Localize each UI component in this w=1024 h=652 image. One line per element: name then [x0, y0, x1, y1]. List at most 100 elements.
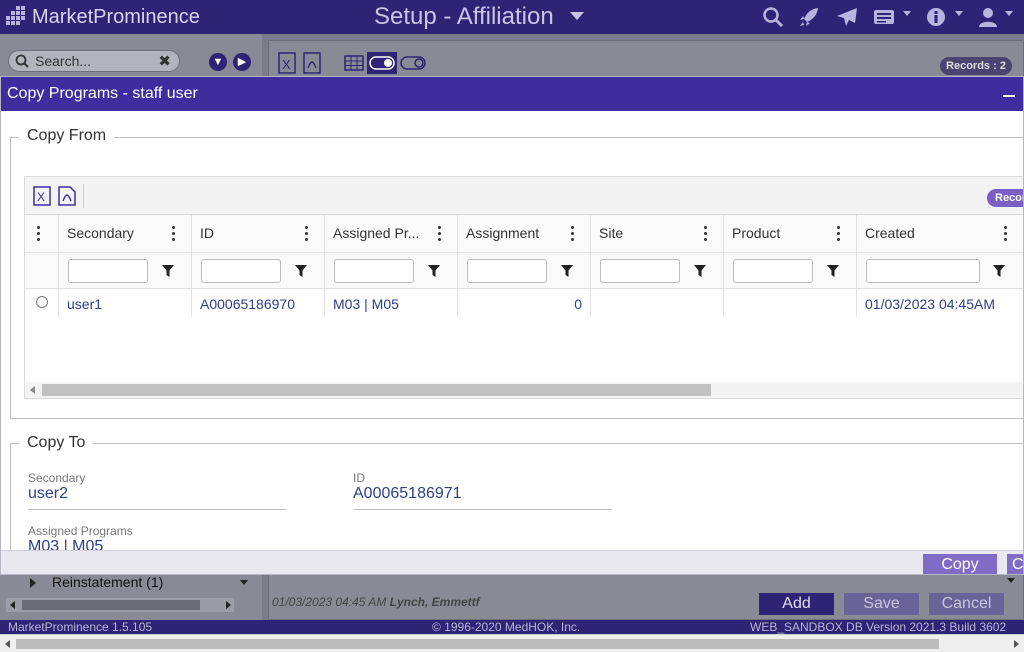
copy-button[interactable]: Copy [923, 554, 997, 574]
left-panel-scrollbar[interactable] [6, 598, 234, 612]
add-button[interactable]: Add [759, 593, 834, 615]
filter-icon[interactable] [295, 265, 307, 277]
status-bar: MarketProminence 1.5.105 © 1996-2020 Med… [0, 620, 1024, 634]
column-header-product[interactable]: Product [724, 215, 857, 252]
filter-icon[interactable] [428, 265, 440, 277]
copy-programs-dialog: Copy Programs - staff user Copy From X R… [0, 76, 1024, 575]
scrollbar-thumb[interactable] [42, 384, 711, 396]
column-header-assigned-programs[interactable]: Assigned Pr... [325, 215, 458, 252]
records-badge: Records : 2 [940, 57, 1012, 75]
filter-icon[interactable] [561, 265, 573, 277]
user-dropdown-icon[interactable] [1005, 11, 1013, 16]
save-button[interactable]: Save [844, 593, 919, 615]
secondary-value: user2 [28, 485, 69, 502]
column-header-site[interactable]: Site [591, 215, 724, 252]
expand-icon[interactable] [30, 578, 36, 588]
dialog-cancel-button[interactable]: Cancel [1007, 554, 1023, 574]
scrollbar-thumb[interactable] [22, 600, 200, 610]
assigned-programs-label: Assigned Programs [28, 524, 133, 538]
list-dropdown-icon[interactable] [903, 11, 911, 16]
table-row[interactable]: user1 A00065186970 M03 | M05 0 01/03/202… [25, 289, 1023, 317]
scroll-left-icon[interactable] [5, 640, 10, 648]
pdf-export-icon[interactable] [303, 52, 321, 74]
audit-info: 01/03/2023 04:45 AM Lynch, Emmettf [272, 595, 480, 609]
user-icon[interactable] [976, 6, 1000, 28]
column-menu-icon[interactable] [704, 226, 708, 242]
filter-input-created[interactable] [866, 259, 980, 283]
tree-item-reinstatement[interactable]: Reinstatement (1) [4, 572, 254, 594]
grid-view-icon[interactable] [344, 52, 364, 74]
row-select-radio[interactable] [36, 296, 48, 308]
filter-input-assignment[interactable] [467, 259, 547, 283]
page-title[interactable]: Setup - Affiliation [374, 3, 554, 31]
filter-input-site[interactable] [600, 259, 680, 283]
scroll-right-icon[interactable] [226, 601, 231, 609]
cell-assigned-programs: M03 | M05 [325, 289, 458, 317]
filter-input-id[interactable] [201, 259, 281, 283]
column-menu-icon[interactable] [305, 226, 309, 242]
filter-input-secondary[interactable] [68, 259, 148, 283]
copy-to-section [10, 443, 1023, 563]
excel-export-icon[interactable]: X [33, 186, 51, 206]
grid-horizontal-scrollbar[interactable] [25, 382, 1023, 398]
select-column-header [25, 215, 59, 252]
column-header-created[interactable]: Created [857, 215, 1023, 252]
rocket-icon[interactable] [798, 6, 822, 28]
column-header-secondary[interactable]: Secondary [59, 215, 192, 252]
column-menu-icon[interactable] [37, 226, 41, 242]
filter-cell-assigned-programs [325, 253, 458, 288]
next-icon[interactable]: ▶ [233, 53, 251, 71]
column-menu-icon[interactable] [438, 226, 442, 242]
clear-search-icon[interactable]: ✖ [158, 52, 171, 70]
page-scrollbar[interactable] [0, 634, 1024, 652]
column-menu-icon[interactable] [1004, 226, 1008, 242]
audit-date: 01/03/2023 04:45 AM [272, 595, 387, 609]
filter-icon[interactable] [162, 265, 174, 277]
scroll-right-icon[interactable] [1014, 640, 1019, 648]
cell-value: user1 [67, 296, 103, 312]
list-icon[interactable] [872, 6, 896, 28]
minimize-icon[interactable] [1003, 95, 1015, 97]
dialog-footer: Copy Cancel [1, 550, 1023, 574]
filter-icon[interactable] [694, 265, 706, 277]
toggle-off-icon[interactable] [400, 52, 426, 74]
scroll-left-icon[interactable] [30, 386, 35, 394]
cancel-button[interactable]: Cancel [929, 593, 1004, 615]
title-dropdown-icon[interactable] [570, 12, 584, 20]
cell-secondary: user1 [59, 289, 192, 317]
column-header-label: Created [865, 225, 915, 241]
column-menu-icon[interactable] [571, 226, 575, 242]
cell-assignment: 0 [458, 289, 591, 317]
info-icon[interactable] [925, 6, 949, 28]
filter-icon[interactable] [993, 265, 1005, 277]
app-header: MarketProminence Setup - Affiliation [0, 0, 1024, 34]
excel-export-icon[interactable]: X [278, 52, 296, 74]
column-header-id[interactable]: ID [192, 215, 325, 252]
id-value: A00065186971 [353, 485, 462, 502]
search-icon[interactable] [761, 6, 785, 28]
column-menu-icon[interactable] [172, 226, 176, 242]
search-input[interactable]: Search... [35, 53, 91, 69]
info-dropdown-icon[interactable] [955, 11, 963, 16]
filter-cell-assignment [458, 253, 591, 288]
send-icon[interactable] [835, 6, 859, 28]
search-box[interactable]: Search... ✖ [8, 50, 180, 72]
row-select-cell [25, 289, 59, 317]
filter-input-product[interactable] [733, 259, 813, 283]
db-version: WEB_SANDBOX DB Version 2021.3 Build 3602 [750, 620, 1007, 634]
cell-value: 0 [574, 296, 582, 312]
chevron-down-icon[interactable] [1007, 578, 1015, 583]
chevron-down-icon[interactable] [240, 580, 248, 585]
filter-cell-product [724, 253, 857, 288]
filter-icon[interactable] [827, 265, 839, 277]
toggle-on-icon[interactable] [367, 52, 397, 74]
cell-site [591, 289, 724, 317]
scrollbar-thumb[interactable] [16, 639, 939, 649]
filter-input-assigned-programs[interactable] [334, 259, 414, 283]
expand-all-icon[interactable]: ▼ [209, 53, 227, 71]
pdf-export-icon[interactable] [58, 186, 76, 206]
column-header-assignment[interactable]: Assignment [458, 215, 591, 252]
secondary-label: Secondary [28, 471, 86, 485]
column-menu-icon[interactable] [837, 226, 841, 242]
scroll-left-icon[interactable] [10, 601, 15, 609]
